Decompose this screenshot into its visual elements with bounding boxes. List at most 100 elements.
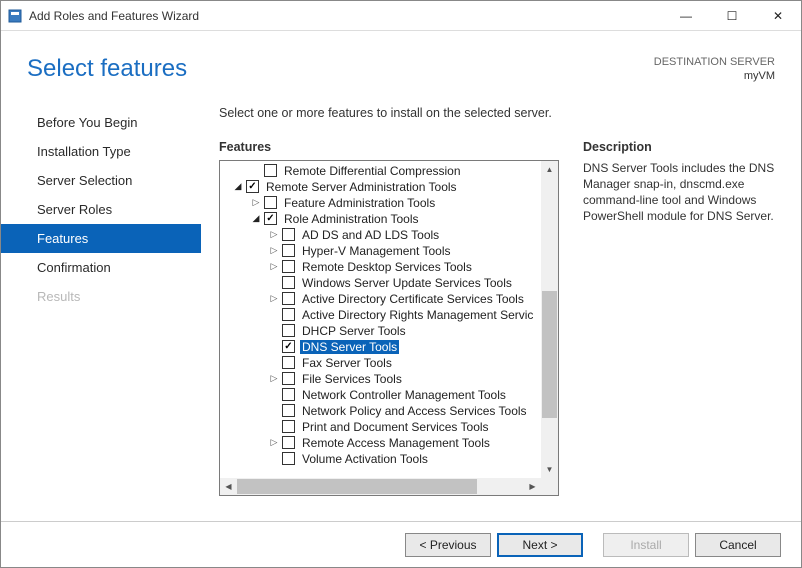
expand-icon[interactable]: ▷	[268, 373, 280, 385]
scroll-right-icon[interactable]: ▶	[524, 478, 541, 495]
maximize-button[interactable]: ☐	[709, 1, 755, 31]
expand-icon[interactable]: ▷	[268, 293, 280, 305]
expand-icon[interactable]: ▷	[268, 229, 280, 241]
tree-node[interactable]: ▷ AD DS and AD LDS Tools	[220, 227, 541, 243]
tree-node[interactable]: ▷ Remote Desktop Services Tools	[220, 259, 541, 275]
tree-node-label[interactable]: File Services Tools	[300, 372, 404, 386]
close-button[interactable]: ✕	[755, 1, 801, 31]
tree-node[interactable]: ▷Print and Document Services Tools	[220, 419, 541, 435]
wizard-step-features[interactable]: Features	[1, 224, 201, 253]
tree-node-label[interactable]: Active Directory Rights Management Servi…	[300, 308, 535, 322]
tree-node[interactable]: ▷Network Controller Management Tools	[220, 387, 541, 403]
expand-icon[interactable]: ▷	[268, 245, 280, 257]
tree-node[interactable]: ▷ Hyper-V Management Tools	[220, 243, 541, 259]
tree-node-label[interactable]: AD DS and AD LDS Tools	[300, 228, 441, 242]
minimize-button[interactable]: —	[663, 1, 709, 31]
checkbox[interactable]	[282, 404, 295, 417]
wizard-step-before-you-begin[interactable]: Before You Begin	[1, 108, 201, 137]
tree-node[interactable]: ◢ Remote Server Administration Tools	[220, 179, 541, 195]
page-title: Select features	[27, 55, 187, 83]
description-text: DNS Server Tools includes the DNS Manage…	[583, 160, 787, 225]
checkbox[interactable]	[282, 356, 295, 369]
checkbox[interactable]	[282, 308, 295, 321]
tree-node-label[interactable]: Remote Desktop Services Tools	[300, 260, 474, 274]
cancel-button[interactable]: Cancel	[695, 533, 781, 557]
collapse-icon[interactable]: ◢	[232, 181, 244, 193]
footer: < Previous Next > Install Cancel	[1, 521, 801, 567]
tree-node[interactable]: ▷ Feature Administration Tools	[220, 195, 541, 211]
destination-server: DESTINATION SERVER myVM	[654, 55, 775, 84]
wizard-step-installation-type[interactable]: Installation Type	[1, 137, 201, 166]
tree-node[interactable]: ▷Remote Differential Compression	[220, 163, 541, 179]
dest-label: DESTINATION SERVER	[654, 55, 775, 69]
tree-node-label[interactable]: Remote Server Administration Tools	[264, 180, 459, 194]
features-label: Features	[219, 140, 559, 154]
next-button[interactable]: Next >	[497, 533, 583, 557]
description-label: Description	[583, 140, 787, 154]
window-title: Add Roles and Features Wizard	[29, 9, 663, 23]
tree-node[interactable]: ▷Network Policy and Access Services Tool…	[220, 403, 541, 419]
checkbox[interactable]	[282, 436, 295, 449]
tree-node-label[interactable]: Print and Document Services Tools	[300, 420, 491, 434]
checkbox[interactable]	[282, 340, 295, 353]
expand-icon[interactable]: ▷	[268, 261, 280, 273]
tree-node-label[interactable]: Feature Administration Tools	[282, 196, 437, 210]
tree-node-label[interactable]: Remote Access Management Tools	[300, 436, 492, 450]
wizard-step-confirmation[interactable]: Confirmation	[1, 253, 201, 282]
scroll-down-icon[interactable]: ▼	[541, 461, 558, 478]
tree-node-label[interactable]: DNS Server Tools	[300, 340, 399, 354]
tree-node-label[interactable]: Role Administration Tools	[282, 212, 421, 226]
checkbox[interactable]	[282, 228, 295, 241]
wizard-steps-sidebar: Before You BeginInstallation TypeServer …	[1, 106, 201, 534]
tree-node[interactable]: ▷Active Directory Rights Management Serv…	[220, 307, 541, 323]
tree-node-label[interactable]: DHCP Server Tools	[300, 324, 408, 338]
checkbox[interactable]	[282, 420, 295, 433]
wizard-step-results: Results	[1, 282, 201, 311]
collapse-icon[interactable]: ◢	[250, 213, 262, 225]
checkbox[interactable]	[246, 180, 259, 193]
scroll-left-icon[interactable]: ◀	[220, 478, 237, 495]
tree-node-label[interactable]: Remote Differential Compression	[282, 164, 463, 178]
scroll-up-icon[interactable]: ▲	[541, 161, 558, 178]
tree-node-label[interactable]: Windows Server Update Services Tools	[300, 276, 514, 290]
wizard-step-server-selection[interactable]: Server Selection	[1, 166, 201, 195]
checkbox[interactable]	[282, 372, 295, 385]
checkbox[interactable]	[282, 244, 295, 257]
vertical-scrollbar[interactable]: ▲ ▼	[541, 161, 558, 478]
features-tree[interactable]: ▷Remote Differential Compression◢Remote …	[219, 160, 559, 496]
install-button: Install	[603, 533, 689, 557]
expand-icon[interactable]: ▷	[250, 197, 262, 209]
tree-node-label[interactable]: Hyper-V Management Tools	[300, 244, 453, 258]
checkbox[interactable]	[282, 452, 295, 465]
checkbox[interactable]	[264, 196, 277, 209]
tree-node[interactable]: ▷Windows Server Update Services Tools	[220, 275, 541, 291]
tree-node[interactable]: ▷DHCP Server Tools	[220, 323, 541, 339]
tree-node[interactable]: ▷ File Services Tools	[220, 371, 541, 387]
checkbox[interactable]	[282, 276, 295, 289]
tree-node[interactable]: ▷ Remote Access Management Tools	[220, 435, 541, 451]
checkbox[interactable]	[282, 324, 295, 337]
tree-node-label[interactable]: Fax Server Tools	[300, 356, 394, 370]
tree-node-label[interactable]: Network Controller Management Tools	[300, 388, 508, 402]
dest-value: myVM	[654, 69, 775, 83]
intro-text: Select one or more features to install o…	[219, 106, 787, 120]
tree-node[interactable]: ▷Fax Server Tools	[220, 355, 541, 371]
horizontal-scrollbar[interactable]: ◀ ▶	[220, 478, 541, 495]
previous-button[interactable]: < Previous	[405, 533, 491, 557]
checkbox[interactable]	[264, 212, 277, 225]
checkbox[interactable]	[282, 388, 295, 401]
tree-node[interactable]: ▷Volume Activation Tools	[220, 451, 541, 467]
tree-node-label[interactable]: Network Policy and Access Services Tools	[300, 404, 529, 418]
title-bar: Add Roles and Features Wizard — ☐ ✕	[1, 1, 801, 31]
expand-icon[interactable]: ▷	[268, 437, 280, 449]
tree-node-label[interactable]: Volume Activation Tools	[300, 452, 430, 466]
tree-node[interactable]: ▷DNS Server Tools	[220, 339, 541, 355]
wizard-step-server-roles[interactable]: Server Roles	[1, 195, 201, 224]
checkbox[interactable]	[264, 164, 277, 177]
checkbox[interactable]	[282, 260, 295, 273]
tree-node-label[interactable]: Active Directory Certificate Services To…	[300, 292, 526, 306]
tree-node[interactable]: ◢ Role Administration Tools	[220, 211, 541, 227]
checkbox[interactable]	[282, 292, 295, 305]
tree-node[interactable]: ▷ Active Directory Certificate Services T…	[220, 291, 541, 307]
app-icon	[7, 8, 23, 24]
